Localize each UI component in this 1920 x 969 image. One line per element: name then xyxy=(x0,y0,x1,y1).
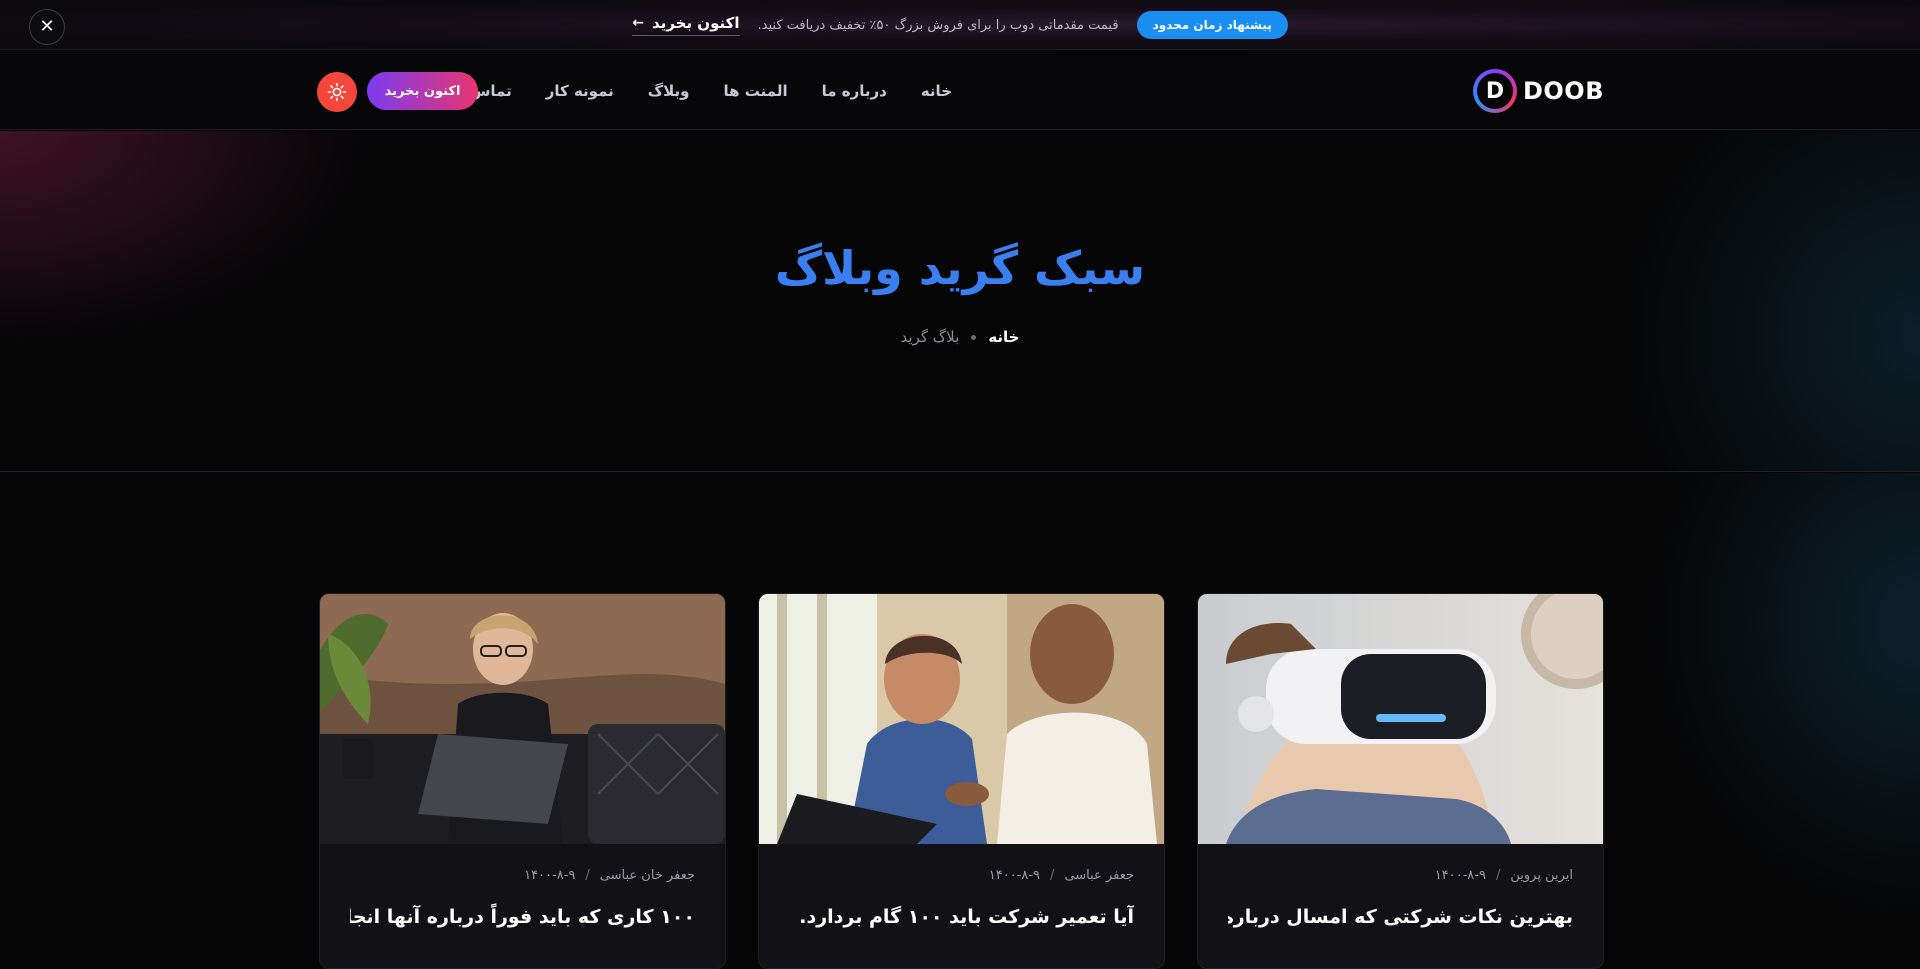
promo-badge[interactable]: پیشنهاد زمان محدود xyxy=(1136,11,1288,39)
nav-item-home[interactable]: خانه xyxy=(921,82,952,100)
sun-icon xyxy=(327,82,347,102)
blog-card[interactable]: جعفر خان عباسی / ۱۴۰۰-۸-۹ ۱۰۰ کاری که با… xyxy=(319,593,726,969)
blog-card-date: ۱۴۰۰-۸-۹ xyxy=(524,868,576,883)
blog-card-body: جعفر خان عباسی / ۱۴۰۰-۸-۹ ۱۰۰ کاری که با… xyxy=(320,868,725,932)
blog-card-date: ۱۴۰۰-۸-۹ xyxy=(988,868,1041,883)
blog-grid: ایرین پروین / ۱۴۰۰-۸-۹ بهترین نکات شرکتی… xyxy=(317,593,1604,969)
meta-separator: / xyxy=(1495,868,1501,883)
blog-card-image[interactable] xyxy=(320,594,725,844)
blog-card-body: ایرین پروین / ۱۴۰۰-۸-۹ بهترین نکات شرکتی… xyxy=(1198,868,1603,932)
promo-buy-label: اکنون بخرید xyxy=(652,14,740,32)
blog-card-title[interactable]: آیا تعمیر شرکت باید ۱۰۰ گام بردارد. xyxy=(789,903,1134,932)
logo[interactable]: D DOOB xyxy=(1472,68,1604,114)
breadcrumb: خانه بلاگ گرید xyxy=(0,328,1920,346)
blog-card-title[interactable]: بهترین نکات شرکتی که امسال درباره دوب. xyxy=(1228,903,1573,932)
blog-card-meta: جعفر خان عباسی / ۱۴۰۰-۸-۹ xyxy=(350,868,695,883)
blog-grid-section: ایرین پروین / ۱۴۰۰-۸-۹ بهترین نکات شرکتی… xyxy=(0,473,1920,969)
blog-card-body: جعفر عباسی / ۱۴۰۰-۸-۹ آیا تعمیر شرکت بای… xyxy=(759,868,1164,932)
promo-text: قیمت مقدماتی دوب را برای فروش بزرگ ۵۰٪ ت… xyxy=(757,17,1119,33)
nav-item-about[interactable]: درباره ما xyxy=(822,82,887,100)
blog-card[interactable]: ایرین پروین / ۱۴۰۰-۸-۹ بهترین نکات شرکتی… xyxy=(1197,593,1604,969)
page-title: سبک گرید وبلاگ xyxy=(774,241,1146,295)
nav-item-blog[interactable]: وبلاگ xyxy=(648,82,690,100)
meta-separator: / xyxy=(1050,868,1055,883)
blog-card-date: ۱۴۰۰-۸-۹ xyxy=(1434,868,1486,883)
promo-bar: ✕ پیشنهاد زمان محدود قیمت مقدماتی دوب را… xyxy=(0,0,1920,50)
meta-separator: / xyxy=(585,868,590,883)
breadcrumb-current: بلاگ گرید xyxy=(900,328,960,346)
logo-mark-icon: D xyxy=(1472,69,1517,113)
site-header: D DOOB خانه درباره ما المنت ها وبلاگ نمو… xyxy=(0,51,1920,130)
nav-item-elements[interactable]: المنت ها xyxy=(724,82,788,100)
theme-toggle-button[interactable] xyxy=(317,72,357,112)
blog-card-image[interactable] xyxy=(759,594,1164,844)
arrow-left-icon: ← xyxy=(632,15,645,31)
blog-card-image[interactable] xyxy=(1198,594,1603,844)
blog-card-meta: ایرین پروین / ۱۴۰۰-۸-۹ xyxy=(1228,868,1573,883)
woman-laptop-photo xyxy=(320,594,725,844)
promo-content: پیشنهاد زمان محدود قیمت مقدماتی دوب را ب… xyxy=(0,0,1920,50)
promo-buy-link[interactable]: اکنون بخرید ← xyxy=(632,14,740,36)
blog-card[interactable]: جعفر عباسی / ۱۴۰۰-۸-۹ آیا تعمیر شرکت بای… xyxy=(758,593,1165,969)
vr-headset-photo xyxy=(1198,594,1603,844)
logo-letter: D xyxy=(1476,73,1513,109)
blog-card-author[interactable]: جعفر عباسی xyxy=(1064,868,1134,883)
business-meeting-photo xyxy=(759,594,1164,844)
main-nav: خانه درباره ما المنت ها وبلاگ نمونه کار … xyxy=(470,51,952,130)
blog-card-meta: جعفر عباسی / ۱۴۰۰-۸-۹ xyxy=(789,868,1134,883)
breadcrumb-home[interactable]: خانه xyxy=(988,328,1019,346)
blog-card-title[interactable]: ۱۰۰ کاری که باید فوراً درباره آنها انجام… xyxy=(350,903,695,932)
nav-item-portfolio[interactable]: نمونه کار xyxy=(546,82,614,100)
page-hero: سبک گرید وبلاگ خانه بلاگ گرید xyxy=(0,131,1920,472)
breadcrumb-separator xyxy=(971,334,977,340)
blog-card-author[interactable]: جعفر خان عباسی xyxy=(600,868,695,883)
blog-card-author[interactable]: ایرین پروین xyxy=(1510,868,1573,883)
logo-text: DOOB xyxy=(1522,77,1604,105)
buy-now-button[interactable]: اکنون بخرید xyxy=(367,72,478,110)
